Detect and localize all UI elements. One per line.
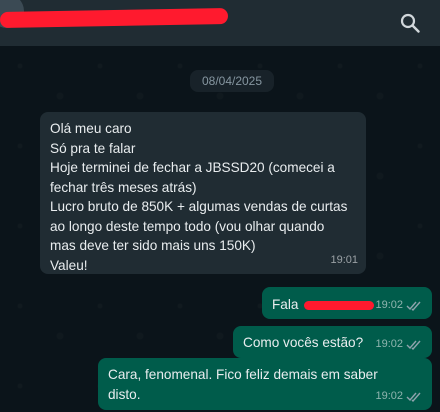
- message-text: Como vocês estão?: [243, 335, 363, 350]
- message-text: Fala: [272, 297, 298, 312]
- date-separator: 08/04/2025: [190, 70, 274, 92]
- message-meta: 19:02: [375, 387, 422, 407]
- message-time: 19:02: [375, 335, 403, 355]
- message-time: 19:02: [375, 387, 403, 407]
- message-line: Cara, fenomenal. Fico feliz demais em sa…: [108, 365, 422, 385]
- redacted-contact-name[interactable]: [0, 8, 228, 28]
- double-check-icon: [406, 300, 422, 311]
- double-check-icon: [406, 391, 422, 402]
- message-line: mas deve ter sido mais uns 150K): [50, 236, 356, 256]
- message-line: fechar três meses atrás): [50, 178, 356, 198]
- chat-header: [0, 0, 440, 46]
- outgoing-message[interactable]: Cara, fenomenal. Fico feliz demais em sa…: [98, 358, 432, 410]
- incoming-message[interactable]: Olá meu caro Só pra te falar Hoje termin…: [40, 112, 366, 274]
- message-line: ao longo deste tempo todo (vou olhar qua…: [50, 217, 356, 237]
- message-line: Olá meu caro: [50, 119, 356, 139]
- message-line: Valeu!: [50, 256, 356, 276]
- message-time: 19:02: [375, 296, 403, 316]
- message-meta: 19:02: [375, 296, 422, 316]
- message-meta: 19:02: [375, 335, 422, 355]
- message-line: Hoje terminei de fechar a JBSSD20 (comec…: [50, 158, 356, 178]
- message-line: Só pra te falar: [50, 139, 356, 159]
- double-check-icon: [406, 339, 422, 350]
- outgoing-message[interactable]: Como vocês estão? 19:02: [233, 326, 432, 358]
- redacted-name: [304, 301, 374, 310]
- message-time: 19:01: [330, 251, 358, 271]
- outgoing-message[interactable]: Fala 19:02: [262, 287, 432, 319]
- message-line: Lucro bruto de 850K + algumas vendas de …: [50, 197, 356, 217]
- search-icon[interactable]: [400, 13, 420, 33]
- chat-area[interactable]: 08/04/2025 Olá meu caro Só pra te falar …: [0, 46, 440, 412]
